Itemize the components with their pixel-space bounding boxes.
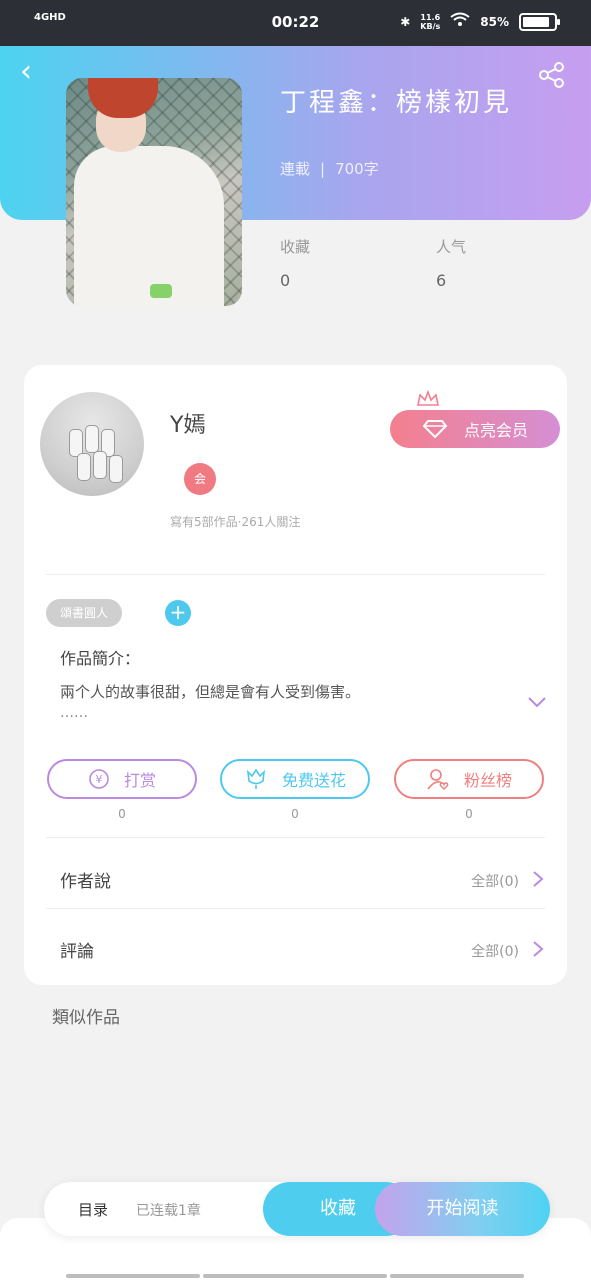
chevron-down-icon[interactable] [527, 695, 547, 709]
share-button[interactable] [537, 60, 567, 90]
reward-button[interactable]: ¥ 打赏 [47, 759, 197, 799]
intro-title: 作品簡介： [60, 649, 141, 668]
divider [46, 908, 545, 909]
bottom-action-bar: 目录 已连载1章 收藏 开始阅读 [44, 1182, 550, 1236]
cover-figure [74, 146, 224, 306]
collect-stat: 收藏 0 [280, 236, 310, 290]
start-reading-button[interactable]: 开始阅读 [375, 1182, 550, 1236]
fan-ranking-button[interactable]: 粉丝榜 [394, 759, 544, 799]
similar-works-title: 類似作品 [52, 1008, 120, 1028]
book-title: 丁程鑫：榜樣初見 [280, 88, 513, 118]
stat-value: 6 [436, 271, 447, 290]
catalog-button[interactable]: 目录 [78, 1199, 108, 1220]
flower-count: 0 [291, 807, 299, 821]
avatar-figure [70, 430, 82, 456]
back-button[interactable]: ‹ [20, 57, 50, 88]
vip-button[interactable]: 点亮会员 [390, 410, 560, 448]
word-count: 700字 [335, 160, 379, 178]
meta-separator: | [320, 160, 326, 178]
author-badge: 会 [184, 463, 216, 495]
avatar-figure [86, 426, 98, 452]
divider [46, 574, 545, 575]
battery-percent: 85% [480, 14, 509, 29]
add-tag-button[interactable]: + [165, 600, 191, 626]
row-value: 全部(0) [471, 874, 519, 890]
divider [46, 837, 545, 838]
gesture-bar [390, 1274, 524, 1278]
battery-icon [519, 12, 560, 31]
chevron-right-icon [533, 871, 544, 887]
cover-glove [150, 284, 172, 298]
action-label: 粉丝榜 [463, 771, 512, 790]
gesture-bar [66, 1274, 200, 1278]
intro-more: …… [60, 705, 88, 721]
svg-text:¥: ¥ [95, 773, 102, 786]
battery-fill [523, 16, 549, 27]
popularity-stat: 人气 6 [436, 236, 466, 290]
row-value: 全部(0) [471, 944, 519, 960]
status-right: ✱ 11.6 KB/s 85% [400, 12, 560, 31]
stat-label: 收藏 [280, 238, 311, 256]
flower-icon [246, 768, 266, 789]
avatar-figure [78, 454, 90, 480]
book-meta: 連載 | 700字 [280, 158, 379, 179]
gesture-bar [203, 1274, 387, 1278]
book-status: 連載 [280, 160, 311, 178]
bluetooth-icon: ✱ [400, 14, 411, 29]
book-cover[interactable] [66, 78, 242, 306]
row-label: 作者說 [60, 872, 111, 892]
stat-value: 0 [280, 271, 291, 290]
chevron-right-icon [533, 941, 544, 957]
network-speed: 11.6 KB/s [420, 12, 441, 31]
serial-progress: 已连载1章 [136, 1203, 201, 1219]
author-name[interactable]: Y嫣 [170, 407, 205, 439]
wifi-icon [450, 12, 470, 31]
author-says-row[interactable]: 作者說 全部(0) [24, 843, 567, 913]
reward-count: 0 [118, 807, 126, 821]
book-detail-card: Y嫣 会 寫有5部作品·261人關注 点亮会员 頌書圓人 + 作品簡介： 兩个人… [24, 365, 567, 985]
book-tag[interactable]: 頌書圓人 [46, 599, 123, 627]
author-avatar[interactable] [40, 392, 144, 496]
crown-icon [417, 389, 439, 406]
fan-count: 0 [465, 807, 473, 821]
row-label: 評論 [60, 942, 94, 962]
avatar-figure [110, 456, 122, 482]
avatar-figure [94, 452, 106, 478]
action-label: 免费送花 [281, 771, 346, 790]
author-info: 寫有5部作品·261人關注 [170, 515, 301, 529]
comments-row[interactable]: 評論 全部(0) [24, 913, 567, 983]
stat-label: 人气 [436, 238, 467, 256]
action-label: 打赏 [123, 771, 156, 790]
intro-text: 兩个人的故事很甜，但總是會有人受到傷害。 [60, 683, 361, 701]
vip-label: 点亮会员 [463, 421, 528, 440]
share-icon [539, 62, 564, 88]
status-bar: 4GHD 00:22 ✱ 11.6 KB/s 85% [0, 0, 591, 46]
send-flower-button[interactable]: 免费送花 [220, 759, 370, 799]
diamond-icon [422, 420, 448, 439]
fan-user-icon [427, 769, 449, 790]
yen-icon: ¥ [89, 769, 109, 789]
